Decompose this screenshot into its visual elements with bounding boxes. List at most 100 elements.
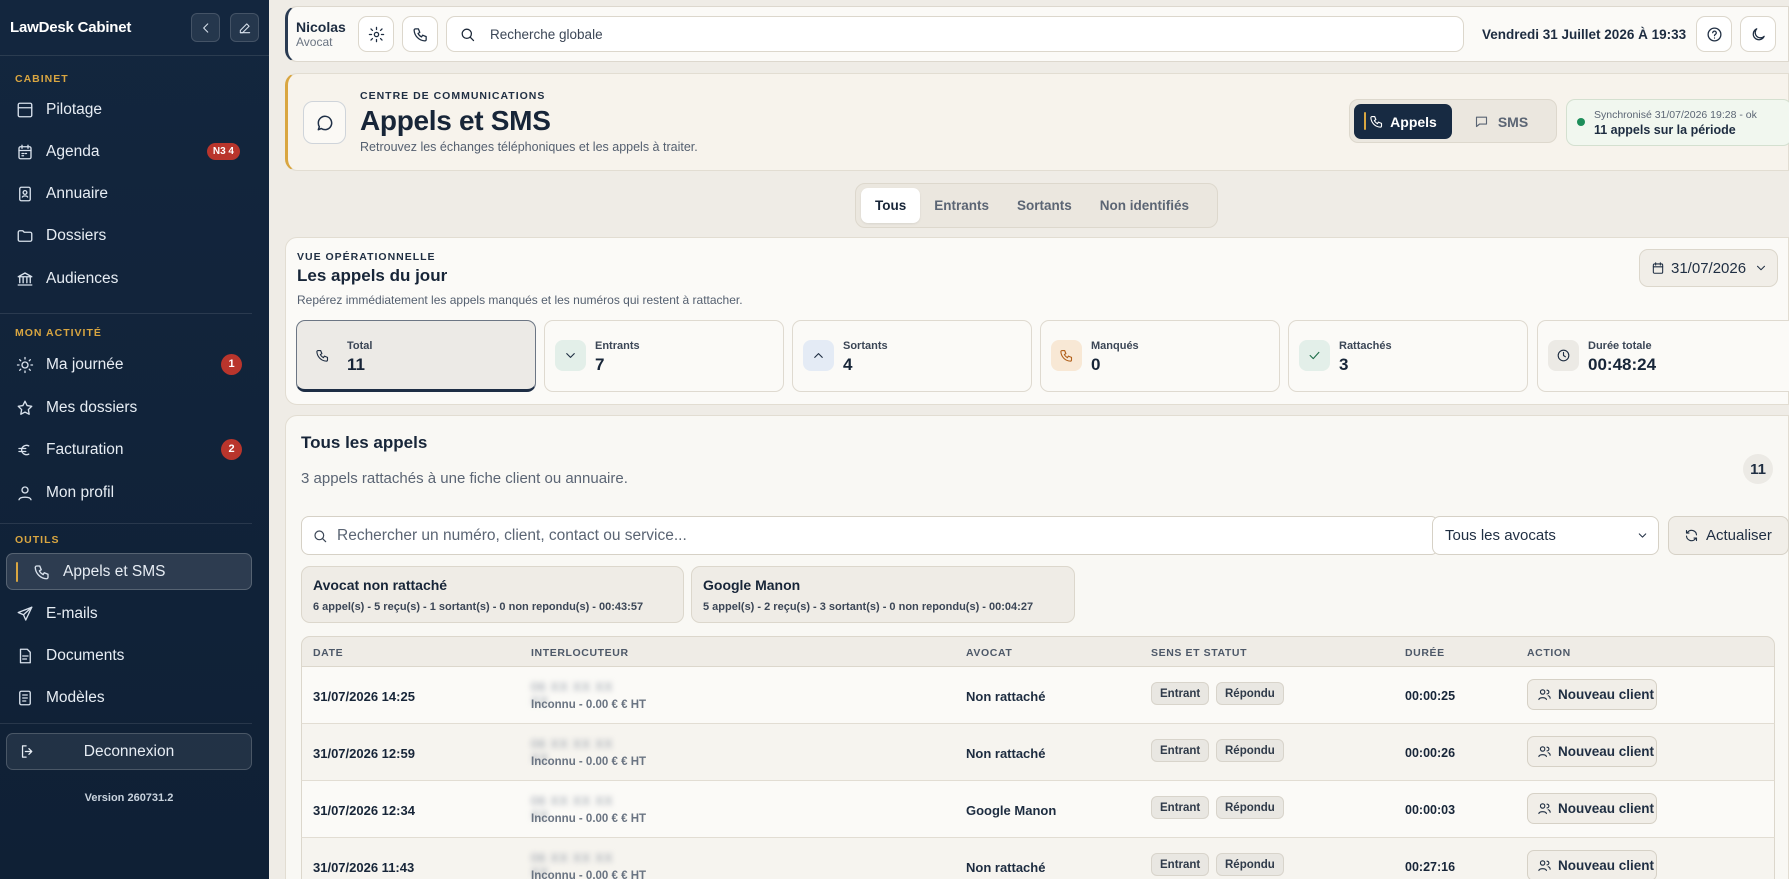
sidebar-item-emails[interactable]: E-mails	[6, 595, 252, 632]
new-client-label: Nouveau client	[1558, 858, 1655, 873]
tab-sortants[interactable]: Sortants	[1003, 188, 1086, 223]
user-badge[interactable]: Nicolas Avocat	[288, 19, 350, 49]
dark-mode-toggle[interactable]	[1740, 16, 1777, 52]
new-client-button[interactable]: Nouveau client	[1527, 793, 1657, 824]
stat-value: 00:48:24	[1588, 355, 1657, 374]
star-icon	[17, 400, 33, 415]
table-row[interactable]: 31/07/2026 12:34 06 XX XX XX XX Inconnu …	[301, 781, 1775, 838]
global-search-input[interactable]: Recherche globale	[446, 16, 1464, 52]
stat-card-entrants[interactable]: Entrants 7	[544, 320, 784, 392]
new-client-button[interactable]: Nouveau client	[1527, 850, 1657, 879]
stat-card-manques[interactable]: Manqués 0	[1040, 320, 1280, 392]
summary-title: Google Manon	[703, 577, 801, 593]
help-icon	[1707, 26, 1722, 42]
settings-button[interactable]	[358, 16, 394, 52]
calls-search-placeholder: Rechercher un numéro, client, contact ou…	[337, 526, 687, 544]
phone-button[interactable]	[402, 16, 438, 52]
agenda-badge: N3 4	[206, 143, 240, 160]
daily-overview: VUE OPÉRATIONNELLE Les appels du jour Re…	[285, 237, 1789, 405]
caller-number: 06 XX XX XX XX	[531, 737, 614, 765]
sidebar-item-appels-sms[interactable]: Appels et SMS	[6, 553, 252, 590]
call-duration: 00:27:16	[1405, 860, 1456, 874]
app-version: Version 260731.2	[84, 792, 174, 804]
direction-badge: Entrant	[1151, 739, 1210, 762]
col-duree: DURÉE	[1405, 647, 1445, 659]
page-title: Appels et SMS	[360, 105, 551, 136]
sidebar-item-label: Mes dossiers	[46, 398, 138, 416]
page-subtitle: Retrouvez les échanges téléphoniques et …	[360, 140, 698, 154]
sidebar-item-mon-profil[interactable]: Mon profil	[6, 474, 252, 511]
toggle-sms[interactable]: SMS	[1452, 104, 1550, 139]
sidebar-item-pilotage[interactable]: Pilotage	[6, 91, 252, 128]
sidebar-item-ma-journee[interactable]: Ma journée 1	[6, 346, 252, 383]
toggle-calls[interactable]: Appels	[1354, 104, 1452, 139]
lawyer-summary-chip[interactable]: Avocat non rattaché 6 appel(s) - 5 reçu(…	[301, 566, 684, 623]
call-date: 31/07/2026 12:34	[313, 803, 415, 818]
date-picker[interactable]: 31/07/2026	[1639, 249, 1778, 287]
sidebar-item-label: Documents	[46, 646, 125, 664]
new-client-button[interactable]: Nouveau client	[1527, 679, 1657, 710]
section-cabinet: CABINET	[15, 73, 69, 85]
stat-value: 11	[347, 355, 365, 374]
tab-tous[interactable]: Tous	[861, 188, 921, 223]
tab-non-identifies[interactable]: Non identifiés	[1086, 188, 1203, 223]
sidebar-item-documents[interactable]: Documents	[6, 637, 252, 674]
stat-label: Rattachés	[1339, 340, 1392, 352]
section-tools: OUTILS	[15, 534, 60, 546]
stat-label: Manqués	[1091, 340, 1139, 352]
search-icon	[461, 28, 475, 41]
sidebar-item-agenda[interactable]: Agenda N3 4	[6, 133, 252, 170]
help-button[interactable]	[1696, 16, 1733, 52]
logout-button[interactable]: Deconnexion	[6, 733, 252, 770]
lawyer-select-value: Tous les avocats	[1445, 527, 1556, 544]
sidebar-item-mes-dossiers[interactable]: Mes dossiers	[6, 389, 252, 426]
calls-count-badge: 11	[1743, 454, 1773, 484]
caller-contact: Inconnu - 0.00 € € HT	[531, 870, 647, 879]
table-row[interactable]: 31/07/2026 12:59 06 XX XX XX XX Inconnu …	[301, 724, 1775, 781]
sync-status-dot	[1577, 118, 1585, 126]
stat-card-sortants[interactable]: Sortants 4	[792, 320, 1032, 392]
sidebar-item-audiences[interactable]: Audiences	[6, 260, 252, 297]
sidebar-header: LawDesk Cabinet	[0, 0, 269, 56]
table-row[interactable]: 31/07/2026 14:25 06 XX XX XX XX Inconnu …	[301, 667, 1775, 724]
call-date: 31/07/2026 14:25	[313, 689, 415, 704]
stat-value: 4	[843, 355, 853, 374]
sidebar-item-label: Agenda	[46, 142, 100, 160]
lawyer-summary-chip[interactable]: Google Manon 5 appel(s) - 2 reçu(s) - 3 …	[691, 566, 1075, 623]
sidebar-item-dossiers[interactable]: Dossiers	[6, 217, 252, 254]
caller-number: 06 XX XX XX XX	[531, 794, 614, 822]
sidebar-item-annuaire[interactable]: Annuaire	[6, 175, 252, 212]
clock-icon	[1548, 340, 1579, 371]
moon-icon	[1752, 27, 1765, 40]
pencil-icon	[239, 22, 250, 33]
edit-button[interactable]	[230, 13, 259, 42]
overview-eyebrow: VUE OPÉRATIONNELLE	[297, 251, 436, 263]
calls-search-input[interactable]: Rechercher un numéro, client, contact ou…	[301, 516, 1439, 555]
tab-entrants[interactable]: Entrants	[920, 188, 1003, 223]
lawyer-select[interactable]: Tous les avocats	[1432, 516, 1659, 555]
stat-card-duree-totale[interactable]: Durée totale 00:48:24	[1537, 320, 1789, 392]
sidebar-item-label: Annuaire	[46, 184, 109, 202]
refresh-button[interactable]: Actualiser	[1668, 516, 1789, 555]
sidebar-item-label: Mon profil	[46, 483, 115, 501]
sidebar-item-modeles[interactable]: Modèles	[6, 679, 252, 716]
collapse-sidebar-button[interactable]	[191, 13, 220, 42]
date-picker-value: 31/07/2026	[1671, 259, 1747, 277]
chevron-down-icon	[1638, 533, 1647, 538]
stat-card-rattaches[interactable]: Rattachés 3	[1288, 320, 1528, 392]
stat-card-total[interactable]: Total 11	[296, 320, 536, 392]
sidebar-item-facturation[interactable]: Facturation 2	[6, 431, 252, 468]
new-client-button[interactable]: Nouveau client	[1527, 736, 1657, 767]
summary-detail: 6 appel(s) - 5 reçu(s) - 1 sortant(s) - …	[313, 601, 644, 613]
sidebar-item-label: Audiences	[46, 269, 119, 287]
sync-status: Synchronisé 31/07/2026 19:28 - ok 11 app…	[1566, 99, 1789, 146]
send-icon	[17, 606, 33, 621]
topbar: Nicolas Avocat Recherche globale Vendred…	[285, 6, 1789, 62]
chat-icon	[303, 101, 346, 144]
call-duration: 00:00:25	[1405, 689, 1456, 703]
table-row[interactable]: 31/07/2026 11:43 06 XX XX XX XX Inconnu …	[301, 838, 1775, 879]
sync-status-text: Synchronisé 31/07/2026 19:28 - ok	[1594, 109, 1757, 121]
caller-contact: Inconnu - 0.00 € € HT	[531, 699, 647, 711]
calls-panel: Tous les appels 3 appels rattachés à une…	[285, 415, 1789, 879]
call-lawyer: Google Manon	[966, 803, 1057, 818]
